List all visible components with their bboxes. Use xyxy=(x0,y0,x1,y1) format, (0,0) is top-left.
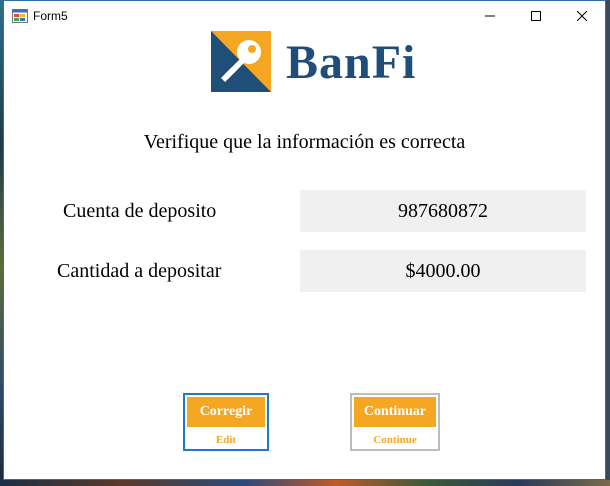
brand-name: BanFi xyxy=(286,36,417,89)
account-value-field: 987680872 xyxy=(300,190,586,232)
account-value: 987680872 xyxy=(398,199,488,222)
minimize-button[interactable] xyxy=(467,1,513,31)
window-title: Form5 xyxy=(33,9,68,23)
continue-button-label: Continuar xyxy=(354,397,436,427)
edit-button[interactable]: Corregir Edit xyxy=(183,393,269,451)
continue-button-sublabel: Continue xyxy=(373,434,417,446)
amount-value: $4000.00 xyxy=(405,259,481,282)
key-icon xyxy=(211,31,271,92)
maximize-button[interactable] xyxy=(513,1,559,31)
close-button[interactable] xyxy=(559,1,605,31)
edit-button-sublabel: Edit xyxy=(215,434,237,446)
desktop-background-bottom xyxy=(0,480,610,486)
page-heading: Verifique que la información es correcta xyxy=(143,131,466,153)
amount-value-field: $4000.00 xyxy=(300,250,586,292)
form-window: Form5 BanFi Verifique que la información… xyxy=(3,0,606,480)
account-label: Cuenta de deposito xyxy=(63,200,217,222)
minimize-icon xyxy=(485,15,495,17)
maximize-icon xyxy=(531,11,541,21)
close-icon xyxy=(577,11,587,21)
continue-button[interactable]: Continuar Continue xyxy=(350,393,440,451)
app-icon[interactable] xyxy=(12,9,28,23)
edit-button-label: Corregir xyxy=(187,397,265,427)
amount-label: Cantidad a depositar xyxy=(57,260,222,282)
title-bar[interactable]: Form5 xyxy=(4,1,605,31)
